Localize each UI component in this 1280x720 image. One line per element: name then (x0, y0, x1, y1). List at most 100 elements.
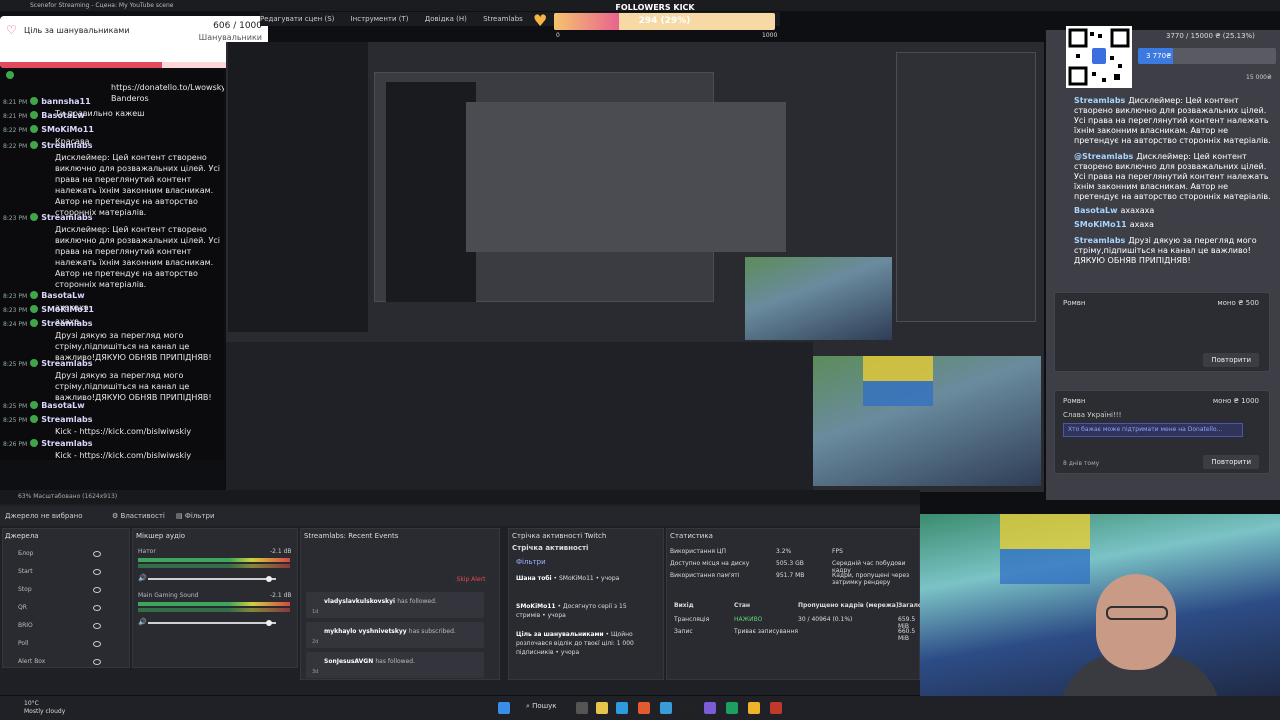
source-item[interactable]: BRIO (18, 622, 33, 629)
donation-card: Ромвн моно ₴ 1000 Слава Україні!!! Хто б… (1054, 390, 1270, 474)
app-icon[interactable] (704, 702, 716, 714)
recent-event[interactable]: mykhaylo vyshnivetskyy has subscribed. 2d (306, 622, 484, 648)
source-item[interactable]: QR (18, 604, 27, 611)
visibility-eye-icon[interactable] (93, 587, 101, 593)
weather-temp: 10°C (24, 700, 39, 707)
followers-kick-min: 0 (556, 32, 560, 39)
menu-item-scenes[interactable]: Редагувати сцен (S) (260, 15, 334, 23)
badge-icon (30, 359, 39, 367)
followers-kick-value: 294 (29%) (638, 16, 691, 26)
audio-meter (138, 564, 290, 568)
streamlabs-icon[interactable] (770, 702, 782, 714)
telegram-icon[interactable] (660, 702, 672, 714)
visibility-eye-icon[interactable] (93, 623, 101, 629)
volume-slider[interactable] (148, 576, 276, 582)
repeat-button[interactable]: Повторити (1203, 353, 1259, 367)
activity-item[interactable]: Ціль за шанувальниками • Щойно розпочавс… (516, 630, 646, 657)
chat-time: 8:21 PM (3, 113, 28, 120)
twitch-activity-subtitle: Стрічка активності (512, 544, 589, 552)
chat-nick[interactable]: SMoKiMo11 (41, 125, 94, 134)
source-item[interactable]: Alert Box (18, 658, 45, 665)
activity-item[interactable]: Шана тобі • SMoKiMo11 • учора (516, 574, 646, 583)
speaker-icon[interactable]: 🔊 (138, 574, 147, 582)
chat-nick[interactable]: BasotaLw (41, 401, 84, 410)
taskbar-search[interactable]: ⌕ Пошук (526, 702, 556, 711)
chrome-icon[interactable] (748, 702, 760, 714)
event-action: has followed. (397, 598, 437, 605)
firefox-icon[interactable] (638, 702, 650, 714)
chat-nick[interactable]: Streamlabs (41, 415, 92, 424)
stats-value: 505.3 GB (776, 560, 804, 567)
chat-nick[interactable]: Streamlabs (41, 439, 92, 448)
source-item[interactable]: Start (18, 568, 33, 575)
chat-nick[interactable]: bannsha11 (41, 97, 91, 106)
stats-row: Доступно місця на диску 505.3 GB Середній … (670, 560, 920, 574)
event-text: mykhaylo vyshnivetskyy has subscribed. (324, 628, 456, 635)
glasses (1106, 606, 1168, 620)
overlay-chat-message: Streamlabs Дисклеймер: Цей контент створе… (1074, 96, 1274, 146)
volume-slider[interactable] (148, 620, 276, 626)
webcam-preview-small (745, 257, 892, 340)
activity-item[interactable]: SMoKiMo11 • Досягнуто серії з 15 стримів… (516, 602, 646, 620)
menu-item-help[interactable]: Довідка (H) (425, 15, 467, 23)
weather-widget[interactable]: 10°C Mostly cloudy (24, 700, 65, 716)
skip-alert-button[interactable]: Skip Alert (452, 574, 490, 586)
chat-message: 8:25 PM Streamlabs Друзі дякую за перегляд… (3, 358, 223, 403)
flag (1000, 514, 1090, 584)
chat-nick[interactable]: Streamlabs (41, 319, 92, 328)
recent-event[interactable]: vladyslavkulskovskyi has followed. 1d (306, 592, 484, 618)
volume-knob[interactable] (266, 576, 272, 582)
properties-button[interactable]: ⚙ Властивості (112, 506, 165, 526)
overlay-chat-text: ахахаха (1120, 206, 1155, 215)
nested-chat (228, 42, 368, 332)
start-icon[interactable] (498, 702, 510, 714)
badge-icon (30, 97, 39, 105)
stats-title: Статистика (670, 532, 713, 540)
webcam-preview-mid (813, 356, 1041, 486)
outputs-column-header: Вихід (674, 602, 694, 609)
stats-row: Використання ЦП 3.2% FPS (670, 548, 920, 555)
obs-icon[interactable] (682, 702, 694, 714)
speaker-icon[interactable]: 🔊 (138, 618, 147, 626)
menu-item-streamlabs[interactable]: Streamlabs (483, 15, 523, 23)
weather-desc: Mostly cloudy (24, 708, 66, 715)
chat-message: 8:22 PM Streamlabs Дисклеймер: Цей контент… (3, 140, 223, 218)
chat-nick[interactable]: BasotaLw (41, 111, 84, 120)
nested-overlay (896, 52, 1036, 322)
recent-event[interactable]: SonJesusAVGN has followed. 3d (306, 652, 484, 678)
chat-time: 8:25 PM (3, 403, 28, 410)
visibility-eye-icon[interactable] (93, 569, 101, 575)
folder-icon[interactable] (596, 702, 608, 714)
event-text: SonJesusAVGN has followed. (324, 658, 415, 665)
app-icon[interactable] (726, 702, 738, 714)
volume-knob[interactable] (266, 620, 272, 626)
filters-button[interactable]: ▤ Фільтри (176, 506, 215, 526)
chat-nick[interactable]: SMoKiMo11 (41, 305, 94, 314)
source-item[interactable]: Stop (18, 586, 32, 593)
source-item[interactable]: Блор (18, 550, 33, 557)
visibility-eye-icon[interactable] (93, 641, 101, 647)
chat-nick[interactable]: BasotaLw (41, 291, 84, 300)
visibility-eye-icon[interactable] (93, 605, 101, 611)
overlay-chat-nick: Streamlabs (1074, 96, 1126, 105)
chat-text: Kick - https://kick.com/bislwiwskiy (55, 427, 192, 436)
goal-count: 606 / 1000 (213, 21, 262, 31)
repeat-button[interactable]: Повторити (1203, 455, 1259, 469)
badge-icon (30, 439, 39, 447)
activity-filters[interactable]: Фільтри (516, 558, 546, 566)
stats-value: 951.7 MB (776, 572, 805, 579)
nested-docks (226, 342, 813, 492)
task-view-icon[interactable] (576, 702, 588, 714)
person-head (1096, 574, 1176, 670)
heart-icon: ♥ (533, 11, 548, 30)
chat-nick[interactable]: Streamlabs (41, 359, 92, 368)
donation-goal-max: 15 000₴ (1246, 74, 1272, 81)
source-item[interactable]: Poll (18, 640, 28, 647)
menu-item-tools[interactable]: Інструменти (T) (351, 15, 409, 23)
edge-icon[interactable] (616, 702, 628, 714)
overlay-chat-nick: BasotaLw (1074, 206, 1118, 215)
chat-nick[interactable]: Streamlabs (41, 213, 92, 222)
visibility-eye-icon[interactable] (93, 659, 101, 665)
chat-nick[interactable]: Streamlabs (41, 141, 92, 150)
visibility-eye-icon[interactable] (93, 551, 101, 557)
